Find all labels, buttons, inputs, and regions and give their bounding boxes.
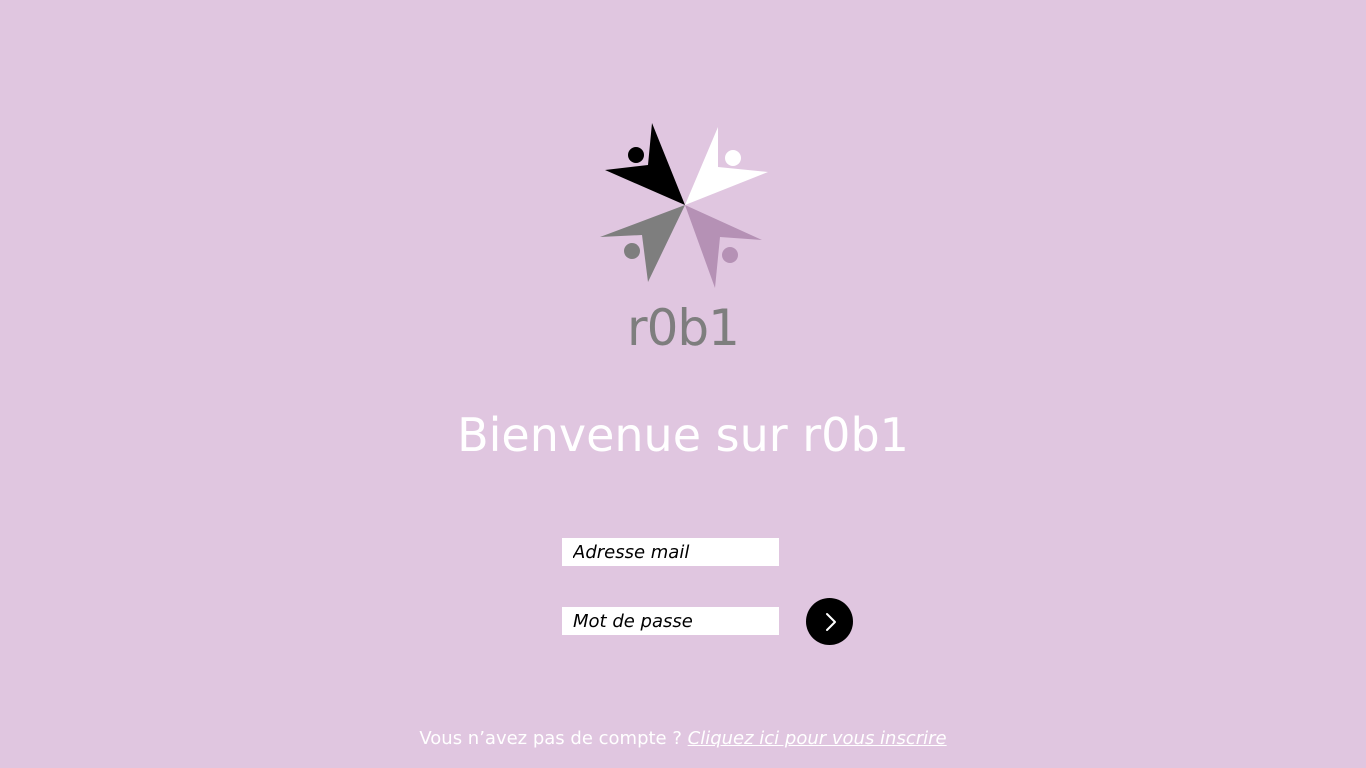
signup-link[interactable]: Cliquez ici pour vous inscrire bbox=[688, 728, 947, 749]
login-page: r0b1 Bienvenue sur r0b1 Vous n’avez pas … bbox=[0, 0, 1366, 768]
logo-figure-bottom-left bbox=[600, 205, 685, 282]
chevron-right-icon bbox=[825, 612, 836, 631]
logo-figure-top-left bbox=[605, 123, 685, 205]
signup-prompt-text: Vous n’avez pas de compte ? bbox=[419, 728, 682, 749]
logo-head-top-right bbox=[725, 150, 741, 166]
logo-head-top-left bbox=[628, 147, 644, 163]
signup-prompt: Vous n’avez pas de compte ? Cliquez ici … bbox=[283, 726, 1083, 752]
password-field[interactable] bbox=[562, 607, 779, 635]
logo bbox=[590, 115, 780, 295]
logo-figure-top-right bbox=[685, 127, 768, 205]
logo-head-bottom-left bbox=[624, 243, 640, 259]
submit-button[interactable] bbox=[806, 598, 853, 645]
logo-head-bottom-right bbox=[722, 247, 738, 263]
welcome-title: Bienvenue sur r0b1 bbox=[457, 408, 909, 462]
logo-figure-bottom-right bbox=[685, 205, 762, 288]
logo-wordmark: r0b1 bbox=[627, 299, 740, 357]
email-field[interactable] bbox=[562, 538, 779, 566]
logo-figures-icon bbox=[600, 123, 768, 288]
